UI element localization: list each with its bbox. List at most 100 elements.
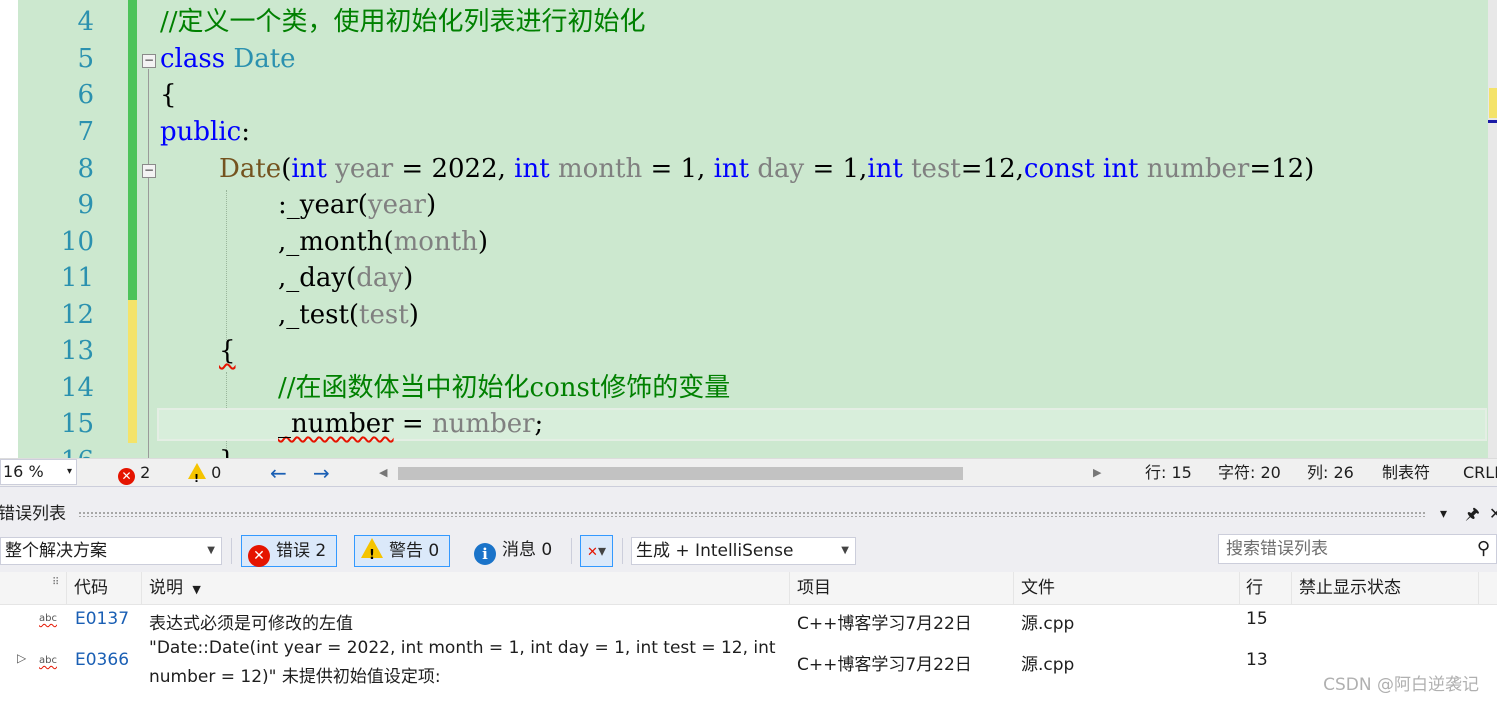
line-number: 13 <box>60 336 94 366</box>
column-header-project[interactable]: 项目 <box>797 572 831 605</box>
code-line-6: { <box>160 77 177 114</box>
build-source-dropdown[interactable]: 生成 + IntelliSense ▼ <box>631 537 856 565</box>
keyword-public: public <box>160 117 242 147</box>
line-number: 14 <box>60 373 94 403</box>
watermark: CSDN @阿白逆袭记 <box>1321 670 1481 695</box>
code-line-11: ,_day(day) <box>278 260 413 297</box>
error-file: 源.cpp <box>1021 655 1075 675</box>
param: year <box>367 190 426 220</box>
error-line: 13 <box>1246 650 1268 670</box>
error-code[interactable]: E0366 <box>75 650 129 670</box>
error-code[interactable]: E0137 <box>75 609 129 629</box>
panel-menu-icon[interactable]: ▾ <box>1440 500 1447 528</box>
column-separator[interactable] <box>141 572 142 605</box>
code-line-16: } <box>219 443 236 458</box>
messages-filter-button[interactable]: i 消息 0 <box>468 535 562 567</box>
error-list-toolbar: 整个解决方案 ▼ ✕ 错误 2 警告 0 i 消息 0 ✕▾ 生成 + Intell… <box>0 528 1497 572</box>
code-text: ; <box>534 409 544 439</box>
line-number: 8 <box>77 154 94 184</box>
pin-icon[interactable]: 🖈 <box>1465 500 1480 528</box>
column-header-line[interactable]: 行 <box>1246 572 1263 605</box>
scroll-left-icon[interactable]: ◀ <box>379 459 387 487</box>
code-line-12: ,_test(test) <box>278 297 419 334</box>
error-description: 表达式必须是可修改的左值 <box>149 614 353 634</box>
code-text: = 2022, <box>393 154 515 184</box>
comment: //定义一个类，使用初始化列表进行初始化 <box>160 7 646 37</box>
warning-count: 0 <box>211 463 222 482</box>
constructor-name: Date <box>219 154 282 184</box>
error-icon: ✕ <box>118 468 135 485</box>
brace: } <box>219 446 236 458</box>
collapse-function-icon[interactable]: − <box>142 164 156 178</box>
code-line-13: { <box>219 333 236 370</box>
toolbar-separator <box>571 538 572 564</box>
line-ending-indicator[interactable]: CRLF <box>1463 459 1497 487</box>
errors-filter-button[interactable]: ✕ 错误 2 <box>241 535 338 567</box>
warnings-filter-label: 警告 0 <box>389 541 440 561</box>
collapse-class-icon[interactable]: − <box>142 54 156 68</box>
panel-splitter[interactable] <box>0 486 1497 500</box>
code-text: ,_test( <box>278 300 360 330</box>
code-text: = 1, <box>804 154 868 184</box>
param: test <box>359 300 409 330</box>
zoom-combobox[interactable]: 16 % ▾ <box>0 459 77 485</box>
warning-count-indicator[interactable]: 0 <box>188 459 222 493</box>
line-number: 10 <box>60 227 94 257</box>
code-text: ,_month( <box>278 227 394 257</box>
panel-grip[interactable] <box>78 511 1427 517</box>
errors-filter-label: 错误 2 <box>276 541 327 561</box>
navigate-back-icon[interactable]: ← <box>270 459 287 487</box>
column-header-suppression[interactable]: 禁止显示状态 <box>1299 572 1401 605</box>
table-row[interactable]: abc E0137 表达式必须是可修改的左值 C++博客学习7月22日 源.cp… <box>0 605 1497 635</box>
horizontal-scrollbar[interactable] <box>395 466 1100 480</box>
class-name: Date <box>233 44 296 74</box>
chevron-down-icon: ▼ <box>841 545 849 556</box>
sort-grip-icon[interactable]: ⠿ <box>52 566 59 599</box>
column-header-file[interactable]: 文件 <box>1021 572 1055 605</box>
error-line: 15 <box>1246 609 1268 629</box>
param: number <box>431 409 535 439</box>
expand-row-icon[interactable]: ▷ <box>17 651 26 665</box>
error-count-indicator[interactable]: ✕ 2 <box>118 459 150 487</box>
line-number: 5 <box>77 44 94 74</box>
close-icon[interactable]: ✕ <box>1489 500 1497 528</box>
messages-filter-label: 消息 0 <box>502 540 553 560</box>
line-number: 4 <box>77 7 94 37</box>
horizontal-scroll-thumb[interactable] <box>398 467 963 480</box>
scope-dropdown[interactable]: 整个解决方案 ▼ <box>0 537 222 565</box>
line-indicator: 行: 15 <box>1145 463 1192 482</box>
navigate-forward-icon[interactable]: → <box>313 459 330 487</box>
warning-icon <box>188 463 206 493</box>
chevron-down-icon: ▾ <box>66 466 72 477</box>
code-text: = 1, <box>642 154 714 184</box>
error-description-line-2: number = 12)" 未提供初始值设定项: <box>149 667 441 687</box>
column-separator[interactable] <box>1478 572 1479 605</box>
column-header-description[interactable]: 说明 ▼ <box>149 572 201 605</box>
column-separator[interactable] <box>789 572 790 605</box>
column-header-code[interactable]: 代码 <box>74 572 108 605</box>
filter-icon[interactable]: ✕▾ <box>580 535 613 567</box>
column-separator[interactable] <box>1013 572 1014 605</box>
tab-mode-indicator[interactable]: 制表符 <box>1382 459 1430 487</box>
column-separator[interactable] <box>1239 572 1240 605</box>
search-input[interactable]: 搜索错误列表 ⚲ <box>1218 534 1497 564</box>
column-separator[interactable] <box>1291 572 1292 605</box>
column-separator[interactable] <box>66 572 67 605</box>
scope-value: 整个解决方案 <box>5 541 107 561</box>
panel-title: 错误列表 <box>0 504 66 524</box>
line-number: 15 <box>60 409 94 439</box>
scroll-right-icon[interactable]: ▶ <box>1093 459 1101 487</box>
column-indicator: 列: 26 <box>1307 463 1354 482</box>
table-row[interactable]: ▷ abc E0366 "Date::Date(int year = 2022,… <box>0 635 1497 691</box>
param: test <box>911 154 961 184</box>
warnings-filter-button[interactable]: 警告 0 <box>354 535 451 571</box>
intellisense-error-icon: abc <box>39 655 57 666</box>
code-line-15: _number = number; <box>278 406 543 443</box>
code-editor[interactable]: 4 5 6 7 8 9 10 11 12 13 14 15 16 − − //定… <box>0 0 1497 458</box>
code-line-10: ,_month(month) <box>278 224 488 261</box>
line-number: 11 <box>60 263 94 293</box>
intellisense-error-icon: abc <box>39 613 57 624</box>
vertical-scrollbar[interactable] <box>1488 0 1497 458</box>
paren: ( <box>281 154 292 184</box>
error-count: 2 <box>140 463 151 482</box>
